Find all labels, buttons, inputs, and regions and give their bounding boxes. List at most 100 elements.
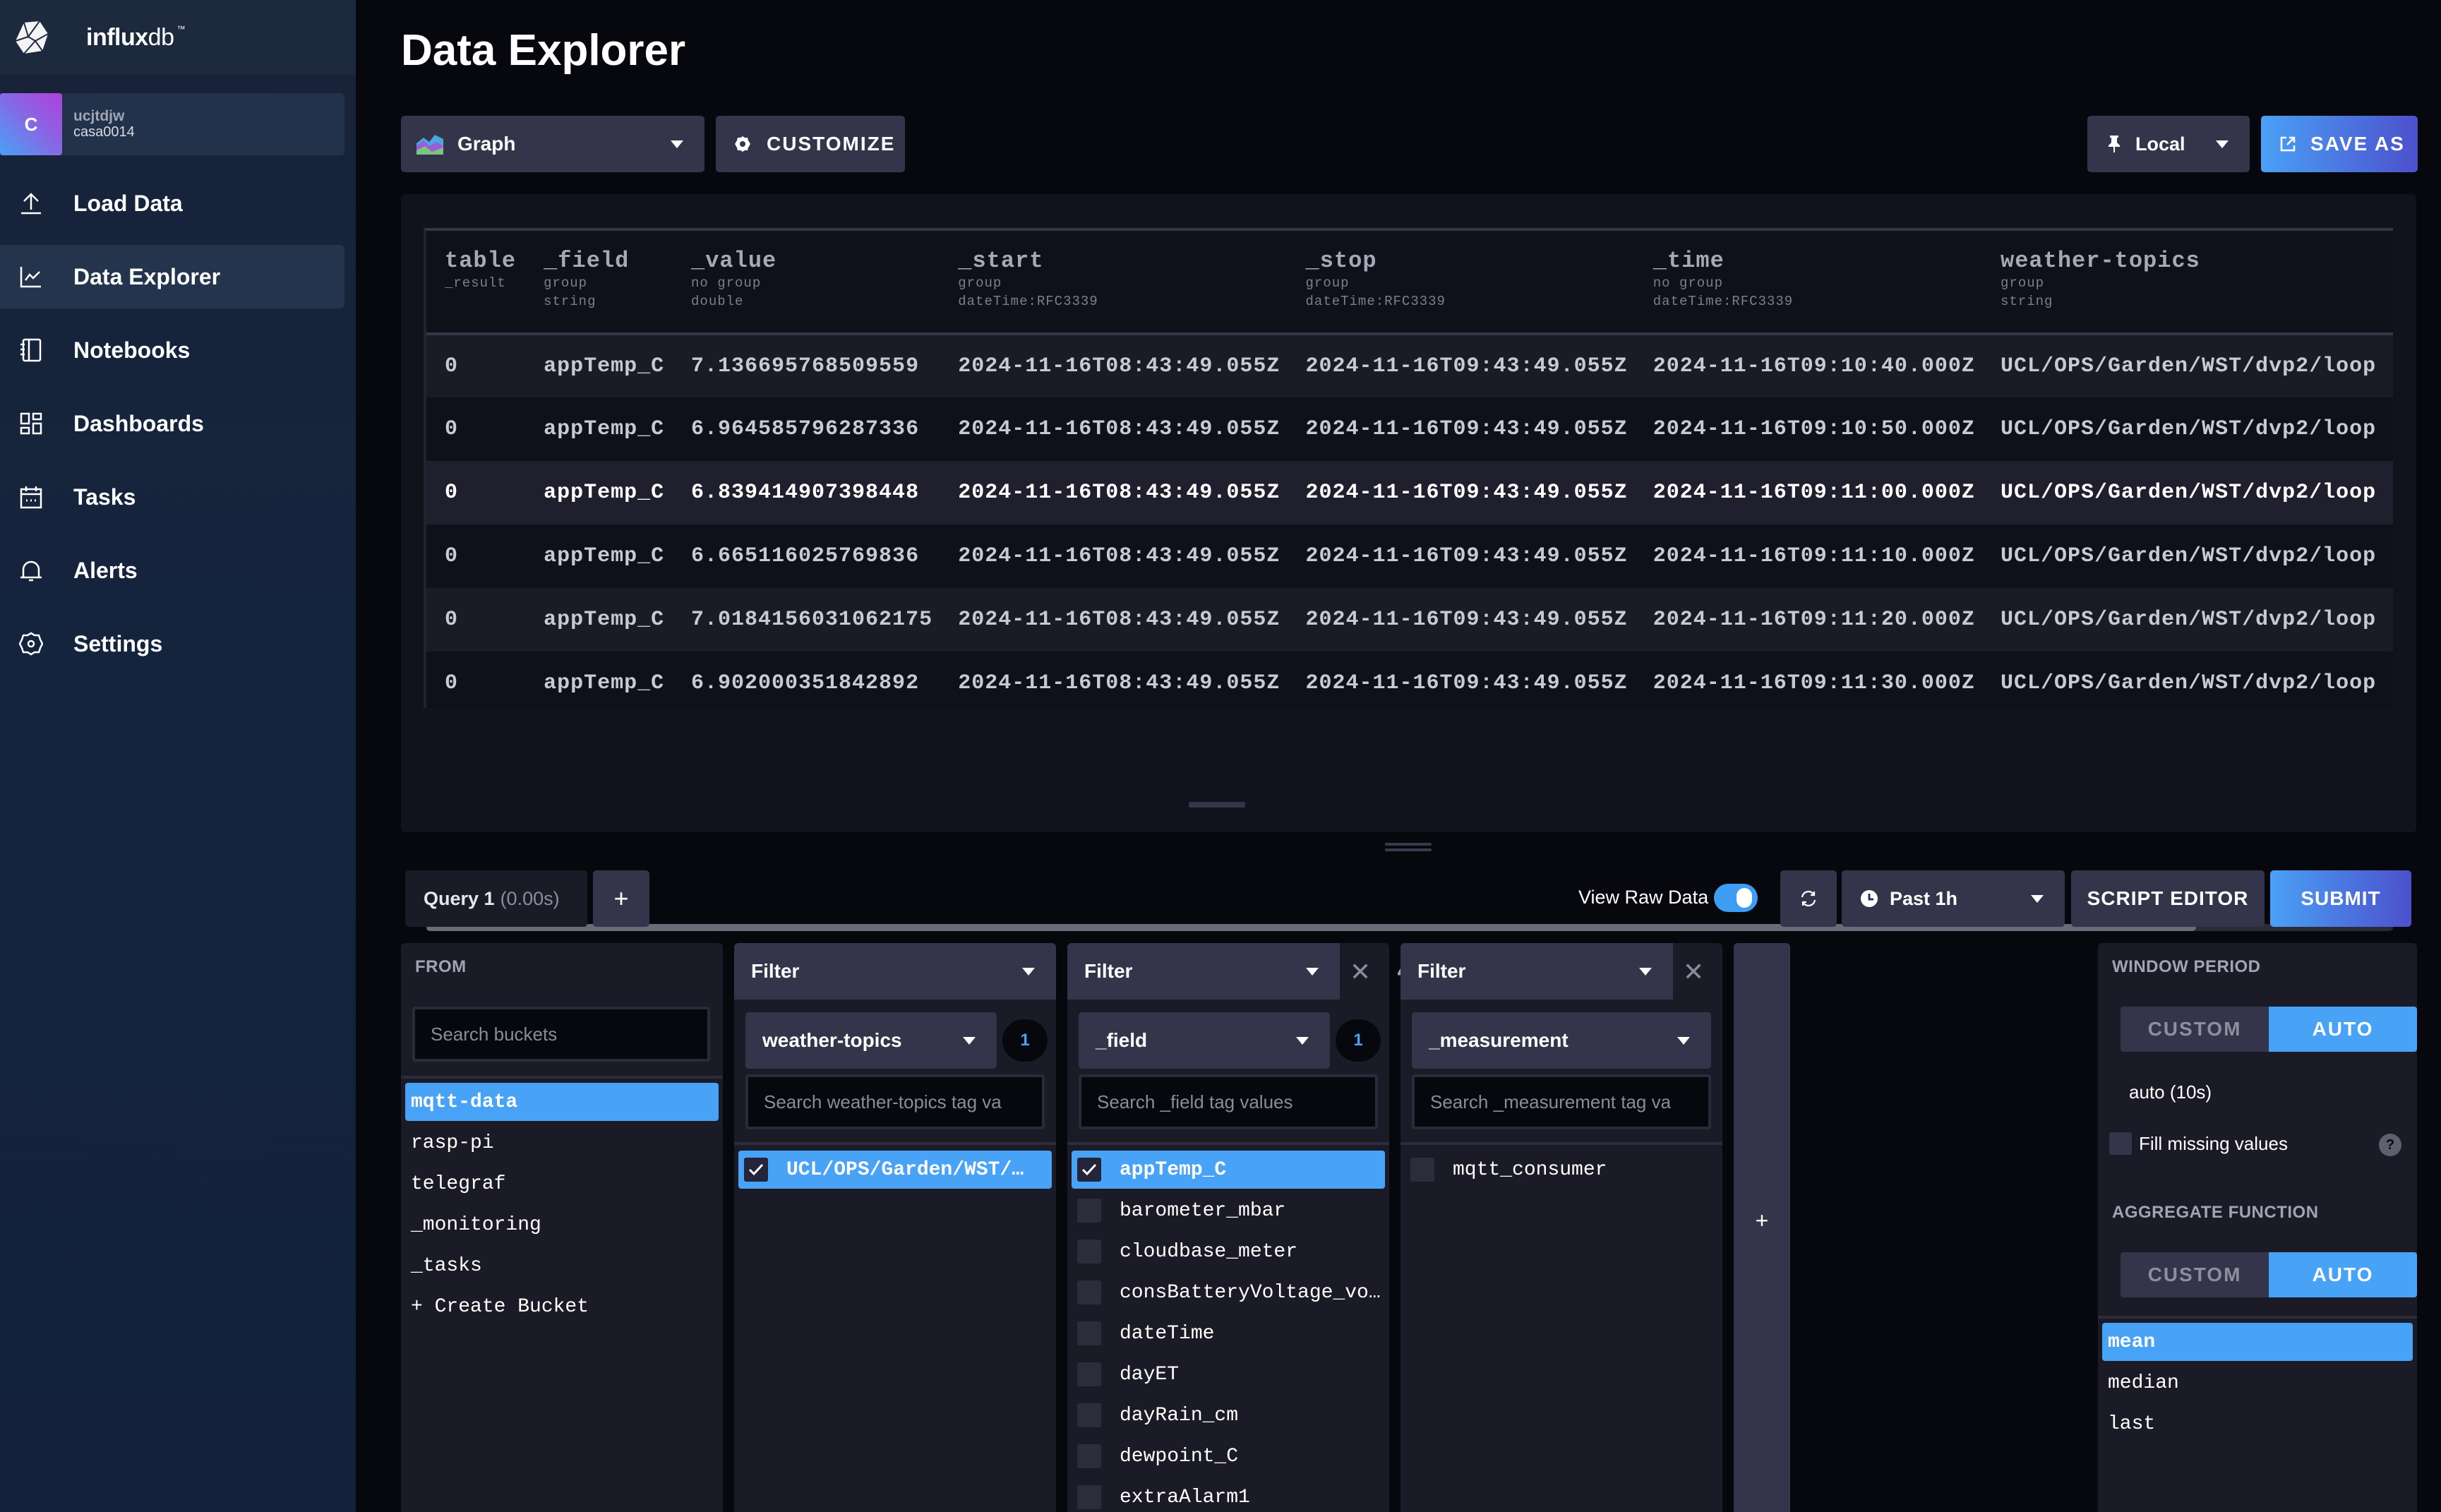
aggregate-function-item[interactable]: last xyxy=(2102,1405,2413,1443)
script-editor-button[interactable]: SCRIPT EDITOR xyxy=(2071,870,2265,927)
sidebar-item-tasks[interactable]: Tasks xyxy=(0,465,344,529)
help-icon[interactable]: ? xyxy=(2379,1134,2401,1156)
tag-values-search-input[interactable] xyxy=(745,1074,1045,1129)
tag-key-dropdown[interactable]: _field xyxy=(1079,1012,1330,1069)
sidebar-item-alerts[interactable]: Alerts xyxy=(0,539,344,602)
sidebar-item-notebooks[interactable]: Notebooks xyxy=(0,318,344,382)
bucket-item[interactable]: mqtt-data xyxy=(405,1083,719,1121)
table-row[interactable]: 0 appTemp_C 6.902000351842892 2024-11-16T08… xyxy=(426,652,2393,708)
tag-value-item[interactable]: dayET xyxy=(1072,1355,1385,1393)
save-as-button[interactable]: SAVE AS xyxy=(2261,116,2418,172)
column-header[interactable]: _stop group dateTime:RFC3339 xyxy=(1288,231,1635,334)
tag-value-item[interactable]: cloudbase_meter xyxy=(1072,1232,1385,1271)
sidebar-item-data-explorer[interactable]: Data Explorer xyxy=(0,245,344,308)
checkbox[interactable] xyxy=(744,1158,768,1182)
aggregate-auto-button[interactable]: AUTO xyxy=(2269,1252,2417,1297)
filter-function-dropdown[interactable]: Filter xyxy=(1401,943,1673,1000)
checkbox[interactable] xyxy=(2109,1132,2132,1155)
table-row[interactable]: 0 appTemp_C 6.665116025769836 2024-11-16T08… xyxy=(426,524,2393,588)
tag-key-dropdown[interactable]: weather-topics xyxy=(745,1012,997,1069)
close-icon[interactable]: ✕ xyxy=(1683,957,1704,987)
close-icon[interactable]: ✕ xyxy=(1350,957,1371,987)
column-group: group xyxy=(2001,275,2045,291)
checkbox[interactable] xyxy=(1077,1280,1101,1304)
bucket-item[interactable]: _tasks xyxy=(405,1247,719,1285)
tag-value-item[interactable]: consBatteryVoltage_vo… xyxy=(1072,1273,1385,1312)
tag-value-item[interactable]: dateTime xyxy=(1072,1314,1385,1352)
sidebar-item-dashboards[interactable]: Dashboards xyxy=(0,392,344,455)
table-cell: 7.136695768509559 xyxy=(691,354,920,378)
time-range-dropdown[interactable]: Past 1h xyxy=(1842,870,2065,927)
table-row[interactable]: 0 appTemp_C 7.0184156031062175 2024-11-16T0… xyxy=(426,588,2393,652)
checkbox[interactable] xyxy=(1077,1403,1101,1427)
column-header[interactable]: table _result xyxy=(426,231,525,334)
graph-icon xyxy=(17,263,45,291)
sidebar-item-load-data[interactable]: Load Data xyxy=(0,172,344,235)
tag-values-search-input[interactable] xyxy=(1412,1074,1711,1129)
tag-value-item[interactable]: mqtt_consumer xyxy=(1405,1151,1718,1189)
table-row[interactable]: 0 appTemp_C 6.964585796287336 2024-11-16T08… xyxy=(426,397,2393,461)
user-org-switcher[interactable]: C ucjtdjw casa0014 xyxy=(0,93,344,155)
column-header[interactable]: _value no group double xyxy=(673,231,940,334)
filter-function-dropdown[interactable]: Filter xyxy=(734,943,1056,1000)
tag-value-label: dateTime xyxy=(1120,1322,1215,1345)
window-auto-button[interactable]: AUTO xyxy=(2269,1007,2417,1052)
panel-resize-handle[interactable] xyxy=(1385,843,1432,853)
submit-button[interactable]: SUBMIT xyxy=(2270,870,2411,927)
window-custom-button[interactable]: CUSTOM xyxy=(2121,1007,2269,1052)
calendar-icon xyxy=(17,483,45,511)
tag-key-dropdown[interactable]: _measurement xyxy=(1412,1012,1711,1069)
tag-value-item[interactable]: dayRain_cm xyxy=(1072,1396,1385,1434)
bucket-item[interactable]: telegraf xyxy=(405,1165,719,1203)
checkbox[interactable] xyxy=(1077,1485,1101,1509)
check-icon xyxy=(748,1163,764,1176)
checkbox[interactable] xyxy=(1077,1240,1101,1264)
add-query-button[interactable]: + xyxy=(593,870,649,927)
tag-value-item[interactable]: barometer_mbar xyxy=(1072,1192,1385,1230)
aggregate-function-item[interactable]: mean xyxy=(2102,1323,2413,1361)
checkbox[interactable] xyxy=(1077,1199,1101,1223)
checkbox[interactable] xyxy=(1077,1158,1101,1182)
tag-value-item[interactable]: UCL/OPS/Garden/WST/… xyxy=(738,1151,1052,1189)
refresh-button[interactable] xyxy=(1780,870,1837,927)
table-cell: appTemp_C xyxy=(544,544,665,568)
bucket-item[interactable]: rasp-pi xyxy=(405,1124,719,1162)
checkbox[interactable] xyxy=(1077,1444,1101,1468)
table-cell: 2024-11-16T08:43:49.055Z xyxy=(958,354,1281,378)
aggregate-function-item[interactable]: median xyxy=(2102,1364,2413,1402)
aggregate-custom-button[interactable]: CUSTOM xyxy=(2121,1252,2269,1297)
fill-missing-checkbox[interactable]: Fill missing values xyxy=(2109,1132,2288,1155)
create-bucket-link[interactable]: + Create Bucket xyxy=(405,1288,589,1326)
viz-type-dropdown[interactable]: Graph xyxy=(401,116,704,172)
tag-value-item[interactable]: dewpoint_C xyxy=(1072,1437,1385,1475)
add-filter-button[interactable]: + xyxy=(1734,943,1790,1512)
tag-value-item[interactable]: appTemp_C xyxy=(1072,1151,1385,1189)
column-header[interactable]: _start group dateTime:RFC3339 xyxy=(940,231,1287,334)
customize-button[interactable]: CUSTOMIZE xyxy=(716,116,905,172)
tag-values-search-input[interactable] xyxy=(1079,1074,1378,1129)
gear-icon xyxy=(17,630,45,658)
column-header[interactable]: weather-topics group string xyxy=(1982,231,2393,334)
query-tab[interactable]: Query 1 (0.00s) xyxy=(405,870,587,927)
filter-function-dropdown[interactable]: Filter xyxy=(1067,943,1340,1000)
column-header[interactable]: _time no group dateTime:RFC3339 xyxy=(1635,231,1982,334)
checkbox[interactable] xyxy=(1410,1158,1434,1182)
sidebar-item-settings[interactable]: Settings xyxy=(0,612,344,676)
timezone-dropdown[interactable]: Local xyxy=(2087,116,2250,172)
column-header[interactable]: _field group string xyxy=(525,231,673,334)
table-row[interactable]: 0 appTemp_C 7.136695768509559 2024-11-16T08… xyxy=(426,334,2393,397)
search-buckets-input[interactable] xyxy=(412,1007,710,1062)
table-row[interactable]: 0 appTemp_C 6.839414907398448 2024-11-16T08… xyxy=(426,461,2393,524)
checkbox[interactable] xyxy=(1077,1362,1101,1386)
dashboards-icon xyxy=(17,409,45,438)
column-name: weather-topics xyxy=(2001,248,2200,274)
tag-value-item[interactable]: extraAlarm1 xyxy=(1072,1478,1385,1512)
column-name: _field xyxy=(544,248,630,274)
bucket-item[interactable]: _monitoring xyxy=(405,1206,719,1244)
column-type: dateTime:RFC3339 xyxy=(958,294,1098,309)
brand-header[interactable]: influxdb ™ xyxy=(0,0,356,75)
tag-value-label: appTemp_C xyxy=(1120,1158,1227,1181)
window-period-value: auto (10s) xyxy=(2129,1081,2212,1103)
view-raw-data-toggle[interactable] xyxy=(1714,884,1758,912)
checkbox[interactable] xyxy=(1077,1321,1101,1345)
